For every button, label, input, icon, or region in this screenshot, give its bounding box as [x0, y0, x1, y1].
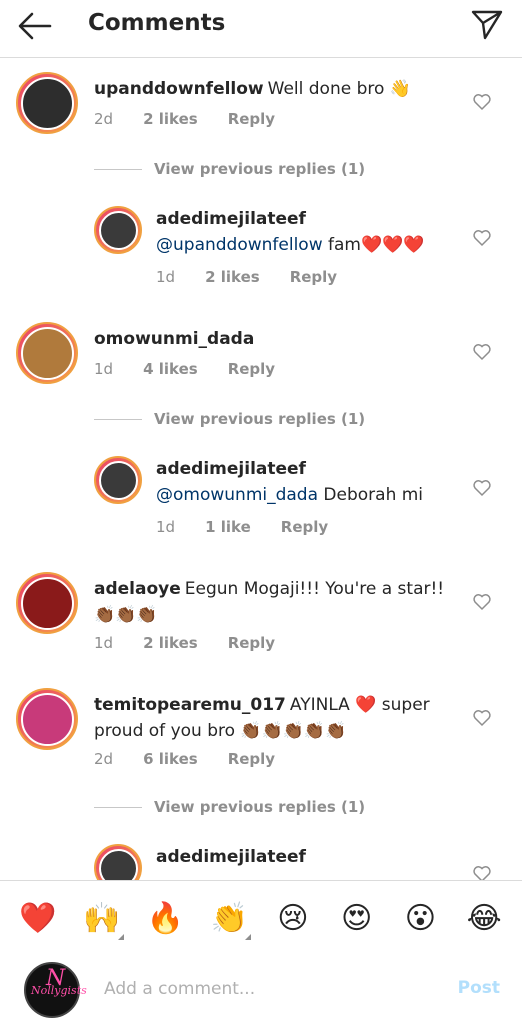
- avatar[interactable]: [94, 206, 142, 254]
- heart-icon[interactable]: [472, 864, 492, 880]
- skin-tone-indicator: [117, 934, 124, 940]
- header-bar: Comments: [0, 0, 522, 58]
- heart-icon[interactable]: [472, 592, 492, 612]
- comment-composer: N Nollygists Post: [0, 956, 522, 1024]
- comment-age: 2d: [94, 110, 114, 128]
- comment-username[interactable]: upanddownfellow: [94, 79, 264, 99]
- avatar[interactable]: [16, 322, 78, 384]
- reply-button[interactable]: Reply: [228, 360, 275, 378]
- emoji-heart-eyes[interactable]: 😍: [331, 901, 383, 936]
- comment-input[interactable]: [104, 974, 424, 1004]
- comment-username[interactable]: adedimejilateef: [156, 209, 306, 229]
- comment-text: omowunmi_dada: [94, 326, 258, 352]
- comment-body: Eegun Mogaji!!! You're a star!!: [184, 579, 445, 599]
- comment-likes[interactable]: 2 likes: [143, 110, 198, 128]
- paper-plane-icon[interactable]: [470, 8, 504, 42]
- emoji-clap-glyph: 👏: [210, 901, 248, 936]
- reply-button[interactable]: Reply: [290, 268, 337, 286]
- divider: [94, 418, 142, 420]
- skin-tone-indicator: [245, 934, 252, 940]
- mention-link[interactable]: @upanddownfellow: [156, 235, 323, 255]
- emoji-clap[interactable]: 👏: [203, 901, 255, 940]
- comment-username[interactable]: adedimejilateef: [156, 459, 306, 479]
- comment-likes[interactable]: 4 likes: [143, 360, 198, 378]
- view-previous-replies[interactable]: View previous replies (1): [94, 410, 474, 428]
- emoji-crying[interactable]: 😢: [267, 901, 319, 936]
- page-title: Comments: [88, 10, 226, 36]
- divider: [94, 806, 142, 808]
- comment-age: 2d: [94, 750, 114, 768]
- comment-text: adelaoye Eegun Mogaji!!! You're a star!! …: [94, 576, 444, 628]
- reply-button[interactable]: Reply: [228, 634, 275, 652]
- heart-icon[interactable]: [472, 92, 492, 112]
- avatar[interactable]: [16, 688, 78, 750]
- emoji-laughing[interactable]: 😂: [458, 901, 510, 936]
- comment-likes[interactable]: 2 likes: [143, 634, 198, 652]
- view-previous-label: View previous replies (1): [154, 798, 366, 816]
- emoji-bar: ❤️ 🙌 🔥 👏 😢 😍 😮 😂: [0, 880, 522, 956]
- comment-meta: 1d 2 likes Reply: [94, 634, 305, 652]
- reply-button[interactable]: Reply: [281, 518, 328, 536]
- reply-button[interactable]: Reply: [228, 750, 275, 768]
- comment-text: temitopearemu_017 AYINLA ❤️ super proud o…: [94, 692, 430, 744]
- comment-text: adedimejilateef @omowunmi_dada Deborah m…: [156, 456, 423, 508]
- comment-username[interactable]: temitopearemu_017: [94, 695, 286, 715]
- emoji-heart[interactable]: ❤️: [12, 901, 64, 936]
- heart-icon[interactable]: [472, 228, 492, 248]
- emoji-raised-hands[interactable]: 🙌: [76, 901, 128, 940]
- comment-username[interactable]: adedimejilateef: [156, 847, 306, 867]
- comment-text: upanddownfellow Well done bro 👋: [94, 76, 411, 102]
- comment-body-line2: proud of you bro 👏🏾👏🏾👏🏾👏🏾👏🏾: [94, 721, 347, 741]
- comment-body-line2: 👏🏾👏🏾👏🏾: [94, 605, 158, 625]
- comment-likes[interactable]: 1 like: [205, 518, 251, 536]
- comment-age: 1d: [156, 268, 176, 286]
- comment-meta: 2d 2 likes Reply: [94, 110, 305, 128]
- comment-age: 1d: [94, 360, 114, 378]
- comment-meta: 1d 4 likes Reply: [94, 360, 305, 378]
- reply-button[interactable]: Reply: [228, 110, 275, 128]
- comment-likes[interactable]: 2 likes: [205, 268, 260, 286]
- avatar[interactable]: [94, 844, 142, 880]
- comment-meta: 2d 6 likes Reply: [94, 750, 305, 768]
- comment-body: Well done bro 👋: [267, 79, 411, 99]
- heart-icon[interactable]: [472, 342, 492, 362]
- view-previous-label: View previous replies (1): [154, 410, 366, 428]
- heart-icon[interactable]: [472, 708, 492, 728]
- divider: [94, 168, 142, 170]
- comment-text: adedimejilateef @upanddownfellow fam❤️❤️…: [156, 206, 425, 258]
- avatar[interactable]: [16, 72, 78, 134]
- comment-body: Deborah mi: [323, 485, 424, 505]
- comment-feed[interactable]: upanddownfellow Well done bro 👋 2d 2 like…: [0, 58, 522, 880]
- comment-username[interactable]: adelaoye: [94, 579, 181, 599]
- comment-likes[interactable]: 6 likes: [143, 750, 198, 768]
- comment-text: adedimejilateef: [156, 844, 310, 870]
- mention-link[interactable]: @omowunmi_dada: [156, 485, 318, 505]
- avatar[interactable]: [16, 572, 78, 634]
- comment-username[interactable]: omowunmi_dada: [94, 329, 254, 349]
- emoji-surprised[interactable]: 😮: [394, 901, 446, 936]
- avatar[interactable]: [94, 456, 142, 504]
- comment-body: AYINLA ❤️ super: [289, 695, 430, 715]
- comment-body: fam❤️❤️❤️: [328, 235, 425, 255]
- comment-age: 1d: [156, 518, 176, 536]
- view-previous-label: View previous replies (1): [154, 160, 366, 178]
- comment-age: 1d: [94, 634, 114, 652]
- comment-meta: 1d 1 like Reply: [156, 518, 358, 536]
- comment-meta: 1d 2 likes Reply: [156, 268, 367, 286]
- heart-icon[interactable]: [472, 478, 492, 498]
- emoji-raised-hands-glyph: 🙌: [82, 901, 121, 936]
- avatar-logo-text: Nollygists: [31, 984, 87, 997]
- emoji-fire[interactable]: 🔥: [139, 901, 191, 936]
- post-button[interactable]: Post: [458, 978, 500, 998]
- view-previous-replies[interactable]: View previous replies (1): [94, 160, 474, 178]
- arrow-left-icon[interactable]: [16, 8, 54, 44]
- view-previous-replies[interactable]: View previous replies (1): [94, 798, 474, 816]
- my-avatar[interactable]: N Nollygists: [24, 962, 87, 1018]
